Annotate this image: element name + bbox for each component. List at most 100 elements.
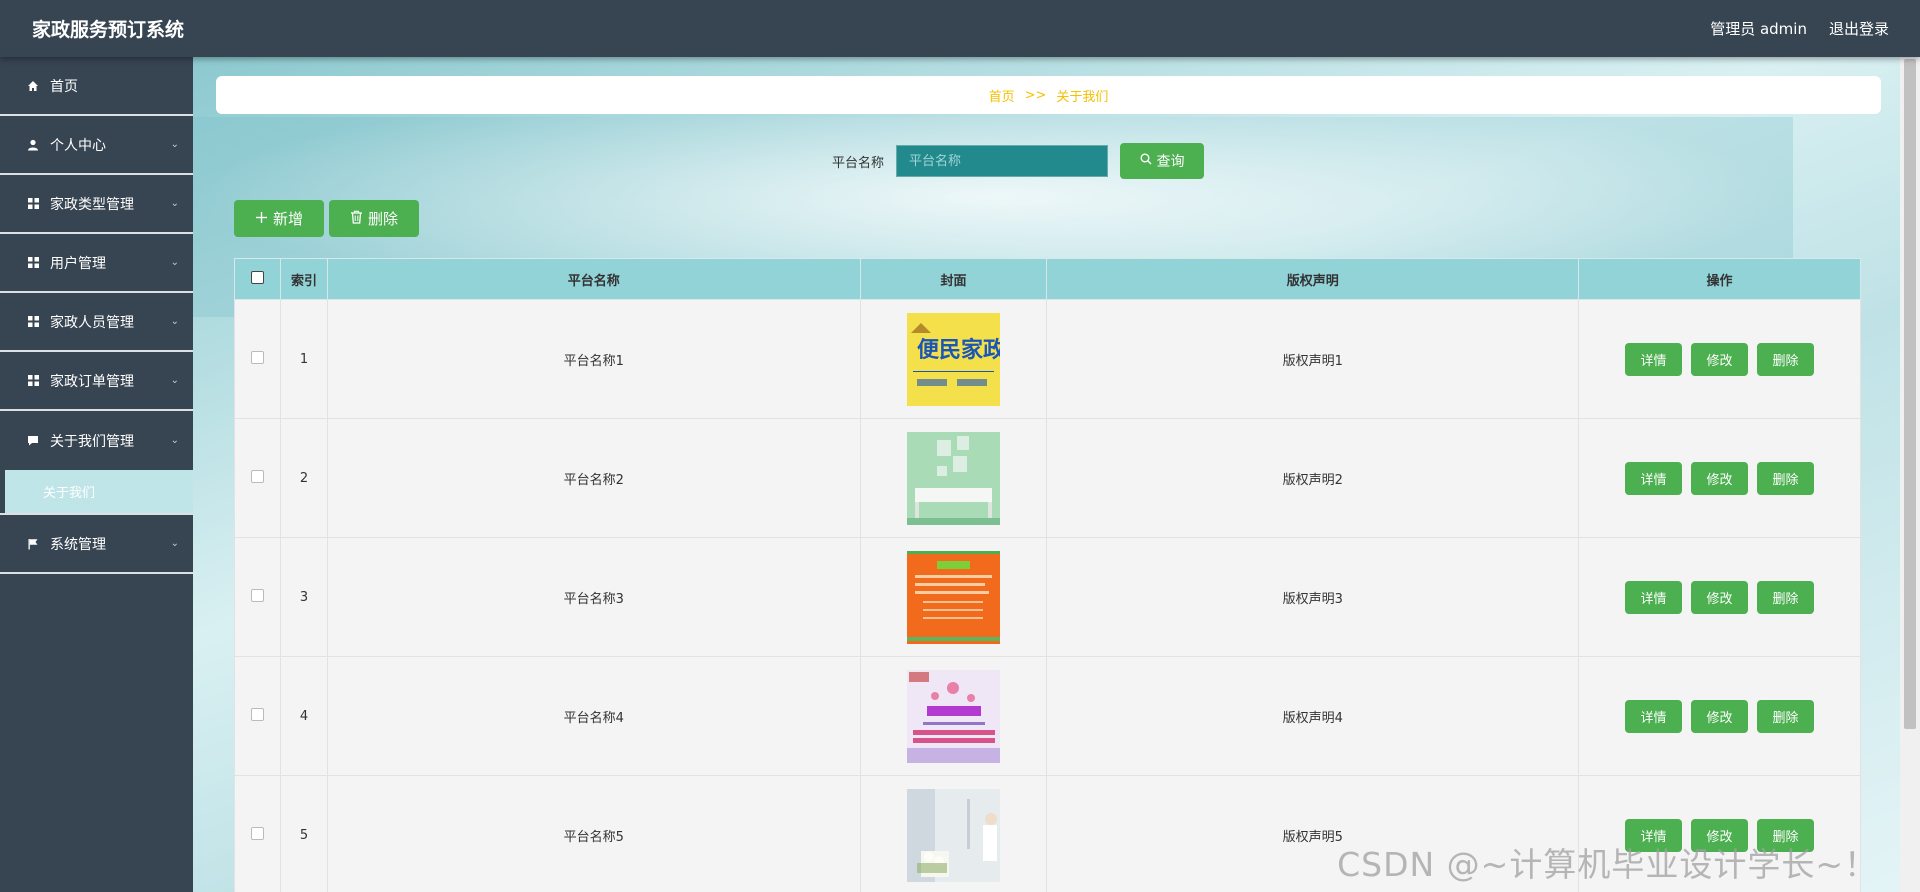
batch-delete-label: 删除	[367, 210, 398, 228]
watermark-text: CSDN @~计算机毕业设计学长~！	[1337, 845, 1878, 884]
cover-text: 便民家政	[917, 337, 1000, 363]
row-copyright: 版权声明2	[1046, 418, 1580, 538]
detail-button[interactable]: 详情	[1625, 461, 1683, 495]
row-checkbox[interactable]	[250, 707, 264, 721]
grid-icon	[26, 256, 40, 270]
sidebar-item-staff[interactable]: 家政人员管理 ⌄	[0, 293, 193, 352]
sidebar-item-users[interactable]: 用户管理 ⌄	[0, 234, 193, 293]
column-header: 版权声明	[1046, 258, 1580, 300]
logout-link[interactable]: 退出登录	[1829, 18, 1889, 39]
row-platform-name: 平台名称1	[326, 299, 861, 419]
row-index: 2	[279, 418, 328, 538]
chevron-down-icon: ⌄	[170, 139, 179, 150]
row-index: 4	[279, 656, 328, 776]
cover-image	[906, 788, 1000, 882]
edit-button[interactable]: 修改	[1691, 580, 1749, 614]
main-content: 首页 >> 关于我们 平台名称 查询 新增 删除	[193, 57, 1900, 892]
vertical-scrollbar[interactable]	[1900, 57, 1920, 892]
table-header-row: 索引 平台名称 封面 版权声明 操作	[234, 258, 1861, 300]
edit-button[interactable]: 修改	[1691, 461, 1749, 495]
sidebar-item-service-type[interactable]: 家政类型管理 ⌄	[0, 175, 193, 234]
search-input[interactable]	[909, 153, 1095, 169]
toolbar: 新增 删除	[234, 200, 419, 237]
select-all-checkbox[interactable]	[250, 270, 264, 284]
search-icon	[1140, 153, 1152, 169]
delete-button[interactable]: 删除	[1757, 342, 1815, 376]
breadcrumb: 首页 >> 关于我们	[216, 76, 1881, 114]
delete-button[interactable]: 删除	[1757, 580, 1815, 614]
chat-icon	[26, 434, 40, 448]
sidebar-subitem-about-us[interactable]: 关于我们	[5, 470, 193, 513]
sidebar-item-label: 系统管理	[50, 536, 106, 553]
sidebar-item-label: 用户管理	[50, 255, 106, 272]
search-bar: 平台名称 查询	[193, 143, 1843, 179]
grid-icon	[26, 197, 40, 211]
top-bar-user-area: 管理员 admin 退出登录	[1710, 18, 1889, 39]
cover-image	[906, 669, 1000, 763]
search-button[interactable]: 查询	[1120, 143, 1204, 179]
sidebar: 首页 个人中心 ⌄ 家政类型管理 ⌄ 用户管理 ⌄ 家政人员管理 ⌄ 家政订单管…	[0, 57, 193, 892]
table-row: 1 平台名称1 便民家政 版权声明1 详情 修改 删除	[234, 299, 1861, 419]
column-header: 平台名称	[326, 258, 861, 300]
sidebar-item-label: 家政订单管理	[50, 373, 134, 390]
edit-button[interactable]: 修改	[1691, 699, 1749, 733]
column-header: 操作	[1578, 258, 1861, 300]
chevron-down-icon: ⌄	[170, 538, 179, 549]
add-button[interactable]: 新增	[234, 200, 324, 237]
home-icon	[26, 79, 40, 93]
sidebar-item-system[interactable]: 系统管理 ⌄	[0, 515, 193, 574]
search-label: 平台名称	[831, 155, 884, 171]
chevron-down-icon: ⌄	[170, 375, 179, 386]
row-checkbox[interactable]	[250, 469, 264, 483]
sidebar-item-personal-center[interactable]: 个人中心 ⌄	[0, 116, 193, 175]
sidebar-item-label: 家政类型管理	[50, 196, 134, 213]
breadcrumb-home[interactable]: 首页	[989, 86, 1015, 105]
breadcrumb-separator: >>	[1024, 87, 1047, 103]
grid-icon	[26, 374, 40, 388]
row-index: 5	[279, 775, 328, 892]
detail-button[interactable]: 详情	[1625, 342, 1683, 376]
chevron-down-icon: ⌄	[170, 316, 179, 327]
cover-image	[906, 550, 1000, 644]
delete-button[interactable]: 删除	[1757, 461, 1815, 495]
cover-image	[906, 431, 1000, 525]
chevron-down-icon: ⌄	[170, 435, 179, 446]
cover-image: 便民家政	[906, 312, 1000, 406]
breadcrumb-current: 关于我们	[1056, 89, 1109, 105]
sidebar-item-label: 关于我们管理	[50, 433, 134, 450]
flag-icon	[26, 537, 40, 551]
chevron-down-icon: ⌄	[170, 257, 179, 268]
row-copyright: 版权声明4	[1046, 656, 1580, 776]
table-row: 4 平台名称4 版权声明4 详情 修改 删除	[234, 656, 1861, 776]
row-platform-name: 平台名称5	[326, 775, 861, 892]
grid-icon	[26, 315, 40, 329]
row-index: 3	[279, 537, 328, 657]
detail-button[interactable]: 详情	[1625, 699, 1683, 733]
admin-user-label[interactable]: 管理员 admin	[1710, 18, 1807, 39]
row-platform-name: 平台名称3	[326, 537, 861, 657]
row-copyright: 版权声明3	[1046, 537, 1580, 657]
detail-button[interactable]: 详情	[1625, 580, 1683, 614]
sidebar-item-label: 首页	[50, 78, 78, 95]
sidebar-item-label: 家政人员管理	[50, 314, 134, 331]
batch-delete-button[interactable]: 删除	[329, 200, 419, 237]
edit-button[interactable]: 修改	[1691, 342, 1749, 376]
row-platform-name: 平台名称4	[326, 656, 861, 776]
delete-button[interactable]: 删除	[1757, 699, 1815, 733]
row-checkbox[interactable]	[250, 350, 264, 364]
row-checkbox[interactable]	[250, 826, 264, 840]
row-platform-name: 平台名称2	[326, 418, 861, 538]
app-title: 家政服务预订系统	[32, 19, 185, 41]
add-button-label: 新增	[272, 210, 303, 228]
search-button-label: 查询	[1156, 154, 1185, 170]
scrollbar-thumb[interactable]	[1904, 59, 1916, 729]
chevron-down-icon: ⌄	[170, 198, 179, 209]
plus-icon	[255, 210, 268, 228]
sidebar-item-orders[interactable]: 家政订单管理 ⌄	[0, 352, 193, 411]
column-header: 索引	[279, 258, 328, 300]
column-header: 封面	[859, 258, 1048, 300]
sidebar-item-home[interactable]: 首页	[0, 57, 193, 116]
sidebar-item-about-management[interactable]: 关于我们管理 ⌄	[0, 411, 193, 470]
row-index: 1	[279, 299, 328, 419]
row-checkbox[interactable]	[250, 588, 264, 602]
